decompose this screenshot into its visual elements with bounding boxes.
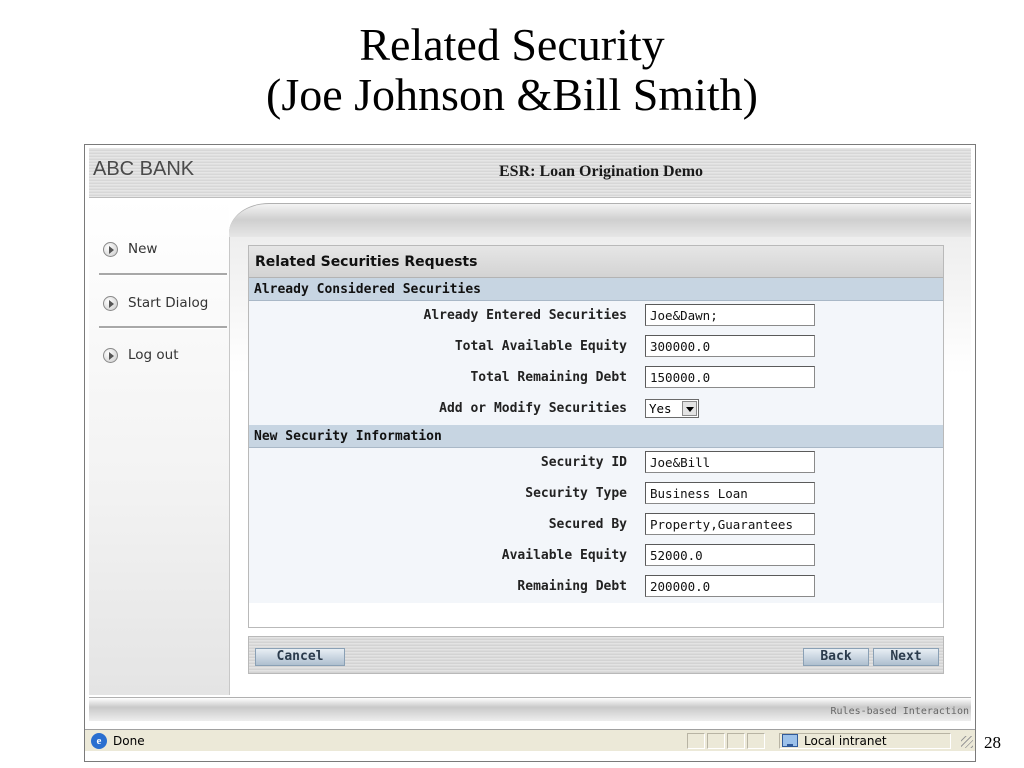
bank-logo: ABC BANK [93, 158, 195, 180]
section-body-already-considered: Already Entered Securities Joe&Dawn; Tot… [249, 301, 943, 425]
sidebar: New Start Dialog Log out [89, 199, 229, 695]
sidebar-item-label: Log out [128, 347, 179, 363]
security-id-input[interactable]: Joe&Bill [645, 451, 815, 473]
section-header-new-security: New Security Information [249, 425, 943, 448]
section-body-new-security: Security ID Joe&Bill Security Type Busin… [249, 448, 943, 603]
section-header-already-considered: Already Considered Securities [249, 278, 943, 301]
next-button[interactable]: Next [873, 648, 939, 666]
field-label: Security Type [525, 486, 627, 501]
field-label: Available Equity [501, 548, 627, 563]
add-or-modify-securities-select[interactable]: Yes [645, 399, 699, 418]
content-tab [229, 203, 971, 239]
form-panel: Related Securities Requests Already Cons… [248, 245, 944, 628]
resize-grip-icon[interactable] [961, 736, 973, 748]
slide-page-number: 28 [984, 733, 1001, 752]
status-pane [687, 733, 705, 749]
status-pane [747, 733, 765, 749]
sidebar-item-label: New [128, 241, 158, 257]
play-circle-icon [103, 241, 118, 257]
form-row: Secured By Property,Guarantees [249, 510, 943, 541]
form-row: Total Remaining Debt 150000.0 [249, 363, 943, 394]
play-circle-icon [103, 347, 118, 363]
sidebar-divider [99, 273, 227, 276]
form-row: Security ID Joe&Bill [249, 448, 943, 479]
field-label: Add or Modify Securities [439, 401, 627, 416]
form-row: Security Type Business Loan [249, 479, 943, 510]
total-available-equity-input[interactable]: 300000.0 [645, 335, 815, 357]
sidebar-item-log-out[interactable]: Log out [103, 347, 179, 363]
app-footer: Rules-based Interaction [89, 697, 971, 721]
total-remaining-debt-input[interactable]: 150000.0 [645, 366, 815, 388]
form-row: Add or Modify Securities Yes [249, 394, 943, 425]
status-text: Done [113, 734, 145, 748]
browser-status-bar: e Done Local intranet [85, 729, 975, 751]
dropdown-arrow-icon[interactable] [682, 401, 697, 416]
field-label: Total Remaining Debt [470, 370, 627, 385]
field-label: Secured By [548, 517, 627, 532]
intranet-zone-icon [782, 734, 798, 747]
button-bar: Cancel Back Next [248, 636, 944, 674]
browser-window: ABC BANK ESR: Loan Origination Demo New … [84, 144, 976, 762]
cancel-button[interactable]: Cancel [255, 648, 345, 666]
field-label: Already Entered Securities [423, 308, 628, 323]
security-type-input[interactable]: Business Loan [645, 482, 815, 504]
remaining-debt-input[interactable]: 200000.0 [645, 575, 815, 597]
status-pane [727, 733, 745, 749]
app-header: ABC BANK ESR: Loan Origination Demo [89, 148, 971, 198]
sidebar-divider [99, 326, 227, 329]
back-button[interactable]: Back [803, 648, 869, 666]
footer-text: Rules-based Interaction [830, 706, 969, 717]
select-value: Yes [649, 401, 672, 416]
slide-title-line1: Related Security [359, 19, 665, 70]
already-entered-securities-input[interactable]: Joe&Dawn; [645, 304, 815, 326]
app-title: ESR: Loan Origination Demo [499, 163, 704, 180]
content-body: Related Securities Requests Already Cons… [229, 237, 971, 695]
slide-title-line2: (Joe Johnson &Bill Smith) [266, 69, 758, 120]
status-pane [707, 733, 725, 749]
slide-title: Related Security (Joe Johnson &Bill Smit… [0, 20, 1024, 120]
form-row: Available Equity 52000.0 [249, 541, 943, 572]
field-label: Security ID [540, 455, 627, 470]
internet-explorer-icon: e [91, 733, 107, 749]
sidebar-item-start-dialog[interactable]: Start Dialog [103, 295, 208, 311]
sidebar-item-label: Start Dialog [128, 295, 209, 311]
sidebar-item-new[interactable]: New [103, 241, 157, 257]
form-row: Already Entered Securities Joe&Dawn; [249, 301, 943, 332]
content-frame: Related Securities Requests Already Cons… [229, 199, 971, 695]
field-label: Total Available Equity [454, 339, 627, 354]
play-circle-icon [103, 295, 118, 311]
available-equity-input[interactable]: 52000.0 [645, 544, 815, 566]
zone-text: Local intranet [804, 734, 887, 748]
form-title: Related Securities Requests [249, 246, 943, 278]
form-row: Remaining Debt 200000.0 [249, 572, 943, 603]
field-label: Remaining Debt [517, 579, 627, 594]
form-row: Total Available Equity 300000.0 [249, 332, 943, 363]
security-zone: Local intranet [779, 733, 951, 749]
secured-by-input[interactable]: Property,Guarantees [645, 513, 815, 535]
